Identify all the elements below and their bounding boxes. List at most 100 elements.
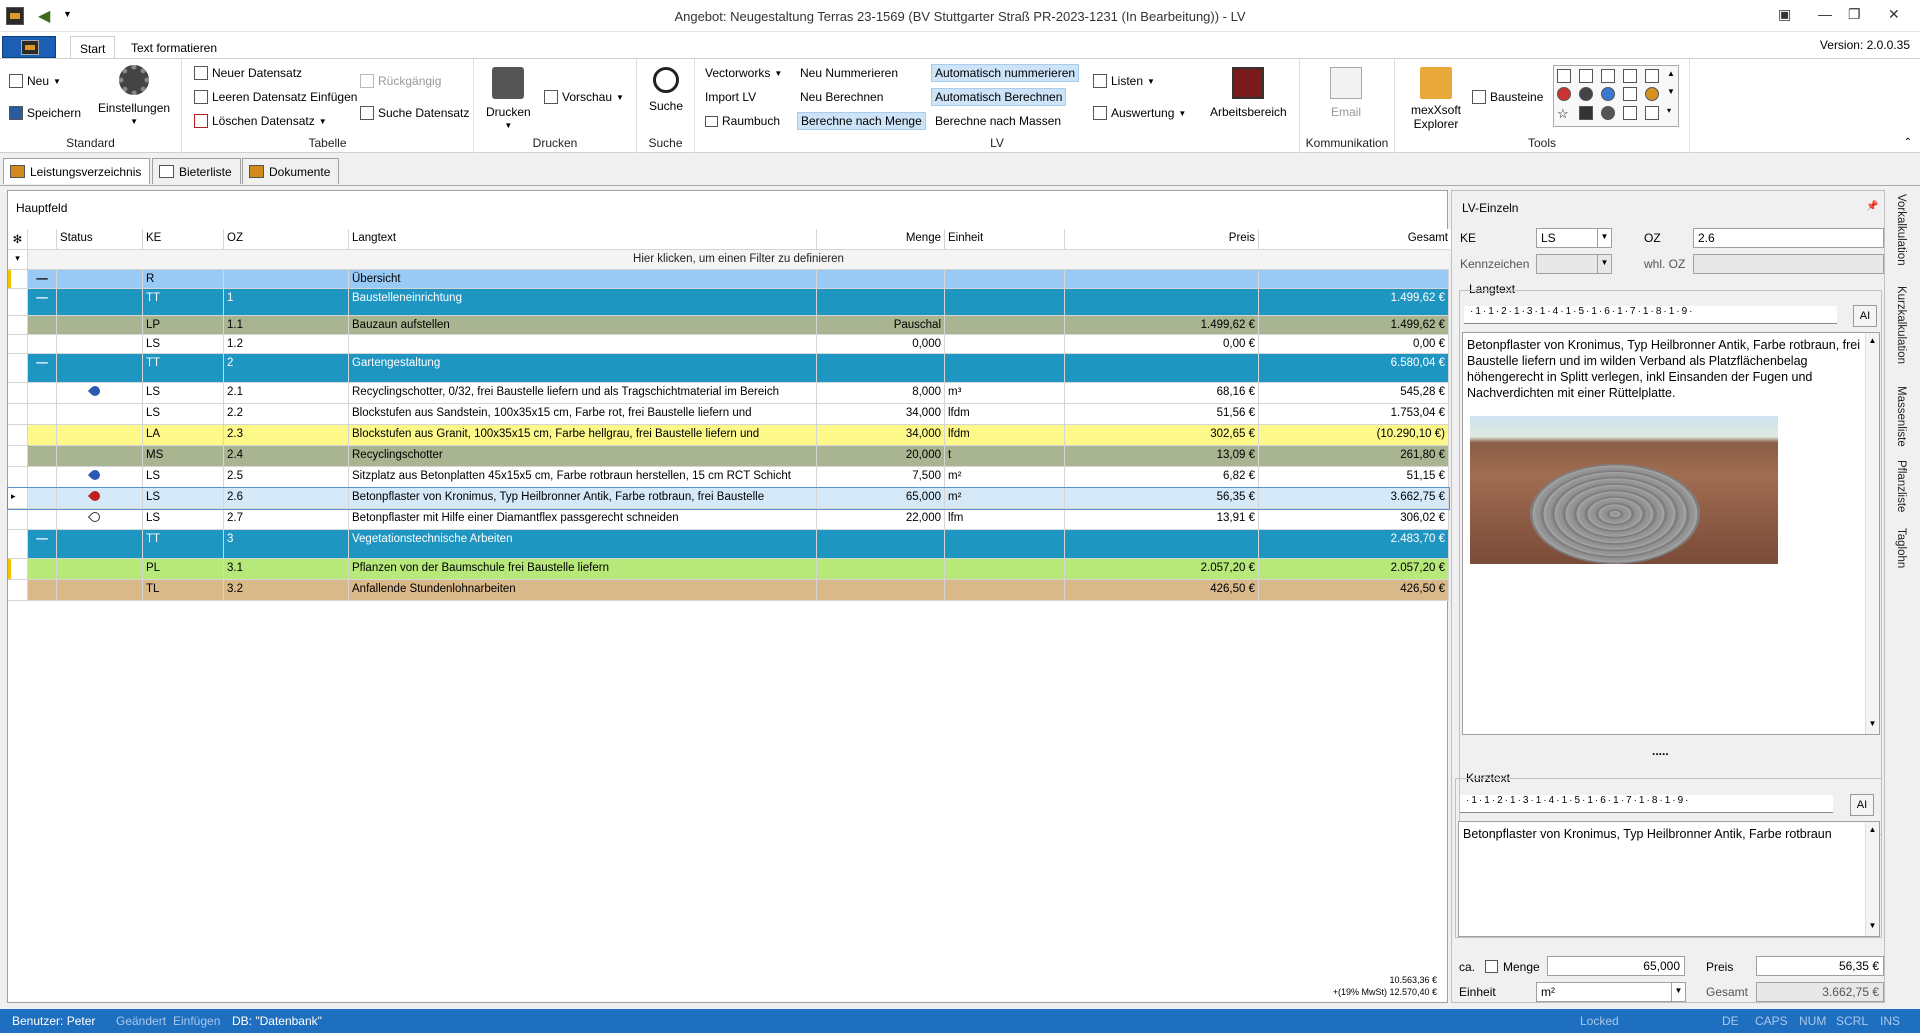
tool-icon[interactable] — [1579, 69, 1593, 83]
table-row[interactable]: PL 3.1 Pflanzen von der Baumschule frei Ba… — [8, 559, 1449, 580]
row-indicator[interactable] — [8, 509, 28, 529]
tool-icon[interactable] — [1601, 87, 1615, 102]
col-gesamt[interactable]: Gesamt — [1259, 229, 1452, 249]
cell-einheit[interactable] — [945, 270, 1065, 288]
cell-menge[interactable]: 0,000 — [817, 335, 945, 353]
scroll-down-icon[interactable]: ▼ — [1866, 716, 1879, 732]
expander[interactable] — [28, 467, 57, 487]
tool-gallery[interactable]: ▲ ▼ ☆ ▾ — [1553, 65, 1679, 127]
cell-einheit[interactable] — [945, 580, 1065, 600]
cell-menge[interactable] — [817, 559, 945, 579]
cell-preis[interactable]: 2.057,20 € — [1065, 559, 1259, 579]
cell-status[interactable] — [57, 559, 143, 579]
cell-langtext[interactable]: Bauzaun aufstellen — [349, 316, 817, 334]
gallery-down-icon[interactable]: ▼ — [1667, 87, 1681, 102]
table-row[interactable]: — R Übersicht — [8, 270, 1449, 289]
automatisch-berechnen-toggle[interactable]: Automatisch Berechnen — [931, 88, 1067, 106]
tab-kurzkalkulation[interactable]: Kurzkalkulation — [1895, 286, 1907, 364]
expander[interactable] — [28, 335, 57, 353]
expander[interactable] — [28, 316, 57, 334]
col-menge[interactable]: Menge — [817, 229, 945, 249]
cell-ke[interactable]: LS — [143, 467, 224, 487]
cell-ke[interactable]: LS — [143, 335, 224, 353]
tab-dokumente[interactable]: Dokumente — [242, 158, 340, 184]
cell-langtext[interactable]: Recyclingschotter, 0/32, frei Baustelle … — [349, 383, 817, 403]
vorschau-button[interactable]: Vorschau ▼ — [544, 90, 624, 104]
cell-langtext[interactable]: Sitzplatz aus Betonplatten 45x15x5 cm, F… — [349, 467, 817, 487]
table-row[interactable]: LS 1.2 0,000 0,00 €0,00 € — [8, 335, 1449, 354]
cell-status[interactable] — [57, 488, 143, 508]
tool-icon[interactable] — [1557, 87, 1571, 102]
row-indicator[interactable] — [8, 404, 28, 424]
tool-icon[interactable] — [1579, 105, 1593, 120]
cell-oz[interactable]: 2.4 — [224, 446, 349, 466]
cell-preis[interactable]: 13,91 € — [1065, 509, 1259, 529]
menge-field[interactable]: 65,000 — [1547, 956, 1685, 976]
ai-button[interactable]: AI — [1850, 794, 1874, 816]
cell-menge[interactable] — [817, 289, 945, 315]
cell-einheit[interactable] — [945, 335, 1065, 353]
whl-oz-field[interactable] — [1693, 254, 1884, 274]
langtext-scrollbar[interactable]: ▲ ▼ — [1865, 333, 1879, 734]
langtext-editor[interactable]: Betonpflaster von Kronimus, Typ Heilbron… — [1462, 332, 1880, 735]
row-indicator[interactable] — [8, 335, 28, 353]
cell-oz[interactable]: 2.6 — [224, 488, 349, 508]
cell-oz[interactable]: 2 — [224, 354, 349, 382]
kurztext-scrollbar[interactable]: ▲ ▼ — [1865, 822, 1879, 936]
langtext-ruler[interactable]: ·1·1·2·1·3·1·4·1·5·1·6·1·7·1·8·1·9· — [1464, 306, 1837, 324]
scroll-down-icon[interactable]: ▼ — [1866, 918, 1879, 934]
star-icon[interactable]: ☆ — [1557, 106, 1575, 123]
tool-icon[interactable] — [1601, 69, 1615, 83]
gallery-expand-icon[interactable]: ▾ — [1667, 106, 1681, 123]
row-indicator[interactable] — [8, 446, 28, 466]
einheit-select[interactable]: m² ▼ — [1536, 982, 1686, 1002]
listen-button[interactable]: Listen ▼ — [1093, 74, 1155, 88]
cell-preis[interactable]: 56,35 € — [1065, 488, 1259, 508]
vectorworks-button[interactable]: Vectorworks ▼ — [705, 66, 782, 80]
tab-start[interactable]: Start — [70, 36, 116, 59]
bausteine-button[interactable]: Bausteine — [1472, 90, 1543, 104]
cell-menge[interactable]: 34,000 — [817, 425, 945, 445]
cell-status[interactable] — [57, 425, 143, 445]
cell-einheit[interactable]: m² — [945, 488, 1065, 508]
close-icon[interactable]: ✕ — [1888, 6, 1900, 23]
table-row[interactable]: LP 1.1 Bauzaun aufstellen Pauschal 1.499,62 … — [8, 316, 1449, 335]
tool-icon[interactable] — [1645, 87, 1659, 102]
tool-icon[interactable] — [1623, 105, 1637, 120]
tool-icon[interactable] — [1557, 69, 1571, 83]
arbeitsbereich-button[interactable]: Arbeitsbereich — [1210, 67, 1287, 119]
tool-icon[interactable] — [1645, 69, 1659, 83]
speichern-button[interactable]: Speichern — [9, 106, 81, 120]
cell-menge[interactable]: 8,000 — [817, 383, 945, 403]
lv-grid[interactable]: ✻ Status KE OZ Langtext Menge Einheit Pr… — [7, 229, 1452, 601]
ai-button[interactable]: AI — [1853, 305, 1877, 327]
filter-row[interactable]: ▾ Hier klicken, um einen Filter zu defin… — [8, 250, 1449, 270]
leeren-datensatz-button[interactable]: Leeren Datensatz Einfügen — [194, 90, 357, 104]
cell-gesamt[interactable]: 2.483,70 € — [1259, 530, 1449, 558]
expander[interactable]: — — [28, 530, 57, 558]
col-einheit[interactable]: Einheit — [945, 229, 1065, 249]
cell-langtext[interactable]: Betonpflaster von Kronimus, Typ Heilbron… — [349, 488, 817, 508]
col-ke[interactable]: KE — [143, 229, 224, 249]
loeschen-datensatz-button[interactable]: Löschen Datensatz ▼ — [194, 114, 327, 128]
cell-status[interactable] — [57, 509, 143, 529]
cell-oz[interactable]: 3 — [224, 530, 349, 558]
mexxsoft-explorer-button[interactable]: mexXsoft Explorer — [1411, 67, 1461, 131]
cell-langtext[interactable]: Baustelleneinrichtung — [349, 289, 817, 315]
cell-oz[interactable]: 3.2 — [224, 580, 349, 600]
tab-taglohn[interactable]: Taglohn — [1895, 528, 1907, 568]
filter-hint[interactable]: Hier klicken, um einen Filter zu definie… — [28, 250, 1449, 270]
cell-status[interactable] — [57, 580, 143, 600]
cell-menge[interactable]: 7,500 — [817, 467, 945, 487]
rueckgaengig-button[interactable]: Rückgängig — [360, 74, 441, 88]
expander[interactable]: — — [28, 270, 57, 288]
cell-einheit[interactable] — [945, 316, 1065, 334]
row-indicator[interactable] — [8, 467, 28, 487]
cell-gesamt[interactable]: 1.499,62 € — [1259, 289, 1449, 315]
scroll-up-icon[interactable]: ▲ — [1866, 822, 1879, 838]
row-indicator[interactable] — [8, 289, 28, 315]
tool-icon[interactable] — [1623, 69, 1637, 83]
cell-einheit[interactable]: lfdm — [945, 404, 1065, 424]
cell-preis[interactable]: 302,65 € — [1065, 425, 1259, 445]
cell-einheit[interactable] — [945, 559, 1065, 579]
